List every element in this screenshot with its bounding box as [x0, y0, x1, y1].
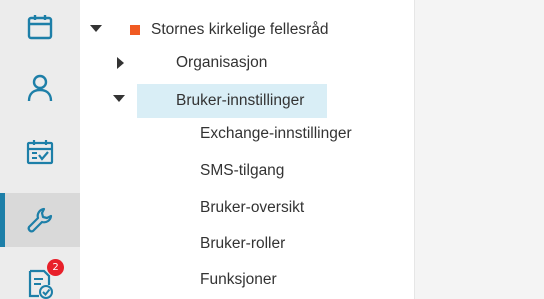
tree-item-bruker-innstillinger[interactable]: Bruker-innstillinger	[176, 85, 304, 117]
tree-item-sms-tilgang[interactable]: SMS-tilgang	[200, 155, 284, 187]
nav-user[interactable]	[0, 61, 80, 115]
right-panel	[415, 0, 544, 299]
user-icon	[27, 74, 53, 102]
calendar-icon	[27, 15, 53, 40]
collapse-root-toggle[interactable]	[90, 25, 102, 32]
org-color-square	[130, 25, 140, 35]
tree-item-root[interactable]: Stornes kirkelige fellesråd	[151, 14, 328, 46]
nav-rail: 2	[0, 0, 80, 299]
tree-item-funksjoner[interactable]: Funksjoner	[200, 264, 277, 296]
nav-calendar[interactable]	[0, 0, 80, 54]
collapse-bruker-innstillinger-toggle[interactable]	[113, 95, 125, 102]
notification-badge: 2	[47, 259, 64, 276]
expand-organisasjon-toggle[interactable]	[117, 57, 124, 69]
tree-item-organisasjon[interactable]: Organisasjon	[176, 47, 267, 79]
nav-documents[interactable]	[0, 257, 80, 299]
tree-item-bruker-oversikt[interactable]: Bruker-oversikt	[200, 192, 304, 224]
nav-settings[interactable]	[0, 193, 80, 247]
wrench-icon	[27, 207, 53, 233]
nav-calendar-check[interactable]	[0, 125, 80, 179]
tree-item-bruker-roller[interactable]: Bruker-roller	[200, 228, 285, 260]
calendar-check-icon	[26, 140, 54, 165]
tree-item-exchange-innstillinger[interactable]: Exchange-innstillinger	[200, 118, 352, 150]
